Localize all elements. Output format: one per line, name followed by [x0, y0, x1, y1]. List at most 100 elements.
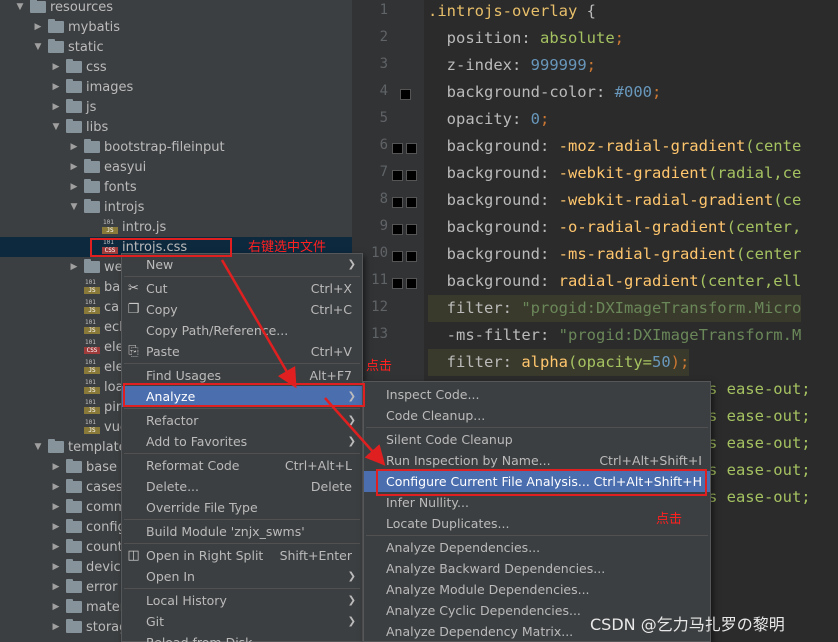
- code-token: .introjs-overlay: [428, 2, 587, 20]
- tree-row[interactable]: ▶ fonts: [0, 177, 352, 197]
- menu-item-analyze-dependencies[interactable]: Analyze Dependencies...: [364, 537, 710, 558]
- menu-item-build-module-znjx-swms[interactable]: Build Module 'znjx_swms': [122, 521, 362, 542]
- tree-row[interactable]: ▶ mybatis: [0, 17, 352, 37]
- line-number: 1: [379, 2, 388, 18]
- chevron-right-icon[interactable]: ▶: [50, 481, 62, 493]
- chevron-right-icon[interactable]: ▶: [50, 61, 62, 73]
- chevron-right-icon[interactable]: ▶: [50, 561, 62, 573]
- code-token: (radial,ce: [707, 164, 802, 182]
- color-swatch-icon[interactable]: [392, 278, 403, 289]
- line-number: 6: [379, 137, 388, 153]
- chevron-right-icon[interactable]: ▶: [50, 501, 62, 513]
- color-swatch-icon[interactable]: [400, 89, 411, 100]
- menu-item-label: Locate Duplicates...: [386, 516, 510, 531]
- chevron-down-icon[interactable]: ▼: [50, 121, 62, 133]
- menu-item-delete[interactable]: Delete... Delete: [122, 476, 362, 497]
- chevron-right-icon[interactable]: ▶: [32, 21, 44, 33]
- chevron-down-icon[interactable]: ▼: [32, 441, 44, 453]
- folder-icon: [66, 519, 82, 533]
- menu-item-open-in-right-split[interactable]: ◫ Open in Right Split Shift+Enter: [122, 545, 362, 566]
- color-swatch-icon[interactable]: [406, 224, 417, 235]
- tree-row[interactable]: ▶ bootstrap-fileinput: [0, 137, 352, 157]
- code-token: background: [428, 272, 540, 290]
- code-token: -webkit-gradient: [558, 164, 708, 182]
- chevron-right-icon[interactable]: ▶: [50, 81, 62, 93]
- tree-row[interactable]: ▼ resources: [0, 0, 352, 17]
- menu-item-reload-from-disk[interactable]: Reload from Disk: [122, 632, 362, 642]
- color-swatch-icon[interactable]: [392, 197, 403, 208]
- chevron-right-icon[interactable]: ▶: [68, 261, 80, 273]
- menu-item-copy-path-reference[interactable]: Copy Path/Reference...: [122, 320, 362, 341]
- code-line: filter: "progid:DXImageTransform.Micro: [428, 295, 802, 322]
- color-swatch-icon[interactable]: [392, 143, 403, 154]
- chevron-right-icon[interactable]: ▶: [50, 601, 62, 613]
- folder-icon: [66, 59, 82, 73]
- code-line: background: -moz-radial-gradient(cente: [428, 133, 802, 160]
- menu-item-reformat-code[interactable]: Reformat Code Ctrl+Alt+L: [122, 455, 362, 476]
- code-token: position: [428, 29, 522, 47]
- menu-item-cut[interactable]: ✂ Cut Ctrl+X: [122, 278, 362, 299]
- tree-row[interactable]: ▶ easyui: [0, 157, 352, 177]
- menu-item-local-history[interactable]: Local History ❯: [122, 590, 362, 611]
- color-swatch-icon[interactable]: [392, 170, 403, 181]
- chevron-right-icon[interactable]: ▶: [50, 521, 62, 533]
- code-token: {: [586, 2, 596, 20]
- annotation-box-configure: [376, 469, 707, 496]
- menu-item-inspect-code[interactable]: Inspect Code...: [364, 384, 710, 405]
- code-token: (center: [735, 245, 802, 263]
- menu-item-copy[interactable]: ❐ Copy Ctrl+C: [122, 299, 362, 320]
- menu-item-git[interactable]: Git ❯: [122, 611, 362, 632]
- color-swatch-icon[interactable]: [392, 224, 403, 235]
- tree-row[interactable]: 101 JS intro.js: [0, 217, 352, 237]
- js-file-icon: 101 JS: [84, 399, 100, 415]
- chevron-right-icon[interactable]: ▶: [50, 461, 62, 473]
- folder-icon: [66, 119, 82, 133]
- color-swatch-icon[interactable]: [392, 251, 403, 262]
- chevron-right-icon[interactable]: ▶: [50, 541, 62, 553]
- menu-item-silent-code-cleanup[interactable]: Silent Code Cleanup: [364, 429, 710, 450]
- code-line: opacity: 0;: [428, 106, 550, 133]
- code-token: background-color: [428, 83, 596, 101]
- tree-row-label: intro.js: [122, 219, 167, 235]
- color-swatch-icon[interactable]: [406, 170, 417, 181]
- tree-row[interactable]: ▼ static: [0, 37, 352, 57]
- chevron-right-icon[interactable]: ▶: [68, 161, 80, 173]
- menu-item-open-in[interactable]: Open In ❯: [122, 566, 362, 587]
- color-swatch-icon[interactable]: [406, 251, 417, 262]
- folder-icon: [66, 599, 82, 613]
- menu-item-new[interactable]: New ❯: [122, 254, 362, 275]
- color-swatch-icon[interactable]: [406, 197, 417, 208]
- menu-item-add-to-favorites[interactable]: Add to Favorites ❯: [122, 431, 362, 452]
- tree-row[interactable]: ▶ images: [0, 77, 352, 97]
- chevron-right-icon[interactable]: ▶: [68, 141, 80, 153]
- tree-row[interactable]: ▶ css: [0, 57, 352, 77]
- color-swatch-icon[interactable]: [406, 278, 417, 289]
- code-token: 0: [530, 110, 541, 128]
- tree-row[interactable]: ▼ libs: [0, 117, 352, 137]
- code-token: :: [539, 191, 559, 209]
- menu-item-analyze-backward-dependencies[interactable]: Analyze Backward Dependencies...: [364, 558, 710, 579]
- annotation-click-note-1: 点击: [366, 359, 393, 374]
- menu-item-analyze-module-dependencies[interactable]: Analyze Module Dependencies...: [364, 579, 710, 600]
- chevron-down-icon[interactable]: ▼: [32, 41, 44, 53]
- chevron-down-icon[interactable]: ▼: [14, 1, 26, 13]
- color-swatch-icon[interactable]: [406, 143, 417, 154]
- chevron-right-icon[interactable]: ▶: [50, 621, 62, 633]
- code-line: background: -webkit-radial-gradient(ce: [428, 187, 802, 214]
- menu-item-override-file-type[interactable]: Override File Type: [122, 497, 362, 518]
- line-number: 13: [371, 326, 388, 342]
- chevron-right-icon[interactable]: ▶: [68, 181, 80, 193]
- line-number: 12: [371, 299, 388, 315]
- chevron-right-icon[interactable]: ▶: [50, 101, 62, 113]
- menu-item-paste[interactable]: ⎘ Paste Ctrl+V: [122, 341, 362, 362]
- tree-row[interactable]: ▼ introjs: [0, 197, 352, 217]
- tree-row[interactable]: ▶ js: [0, 97, 352, 117]
- menu-item-refactor[interactable]: Refactor ❯: [122, 410, 362, 431]
- line-number: 10: [371, 245, 388, 261]
- tree-row-label: images: [86, 79, 134, 95]
- menu-item-run-inspection-by-name[interactable]: Run Inspection by Name... Ctrl+Alt+Shift+…: [364, 450, 710, 471]
- chevron-right-icon[interactable]: ▶: [50, 581, 62, 593]
- chevron-down-icon[interactable]: ▼: [68, 201, 80, 213]
- menu-item-code-cleanup[interactable]: Code Cleanup...: [364, 405, 710, 426]
- menu-separator: [124, 543, 360, 544]
